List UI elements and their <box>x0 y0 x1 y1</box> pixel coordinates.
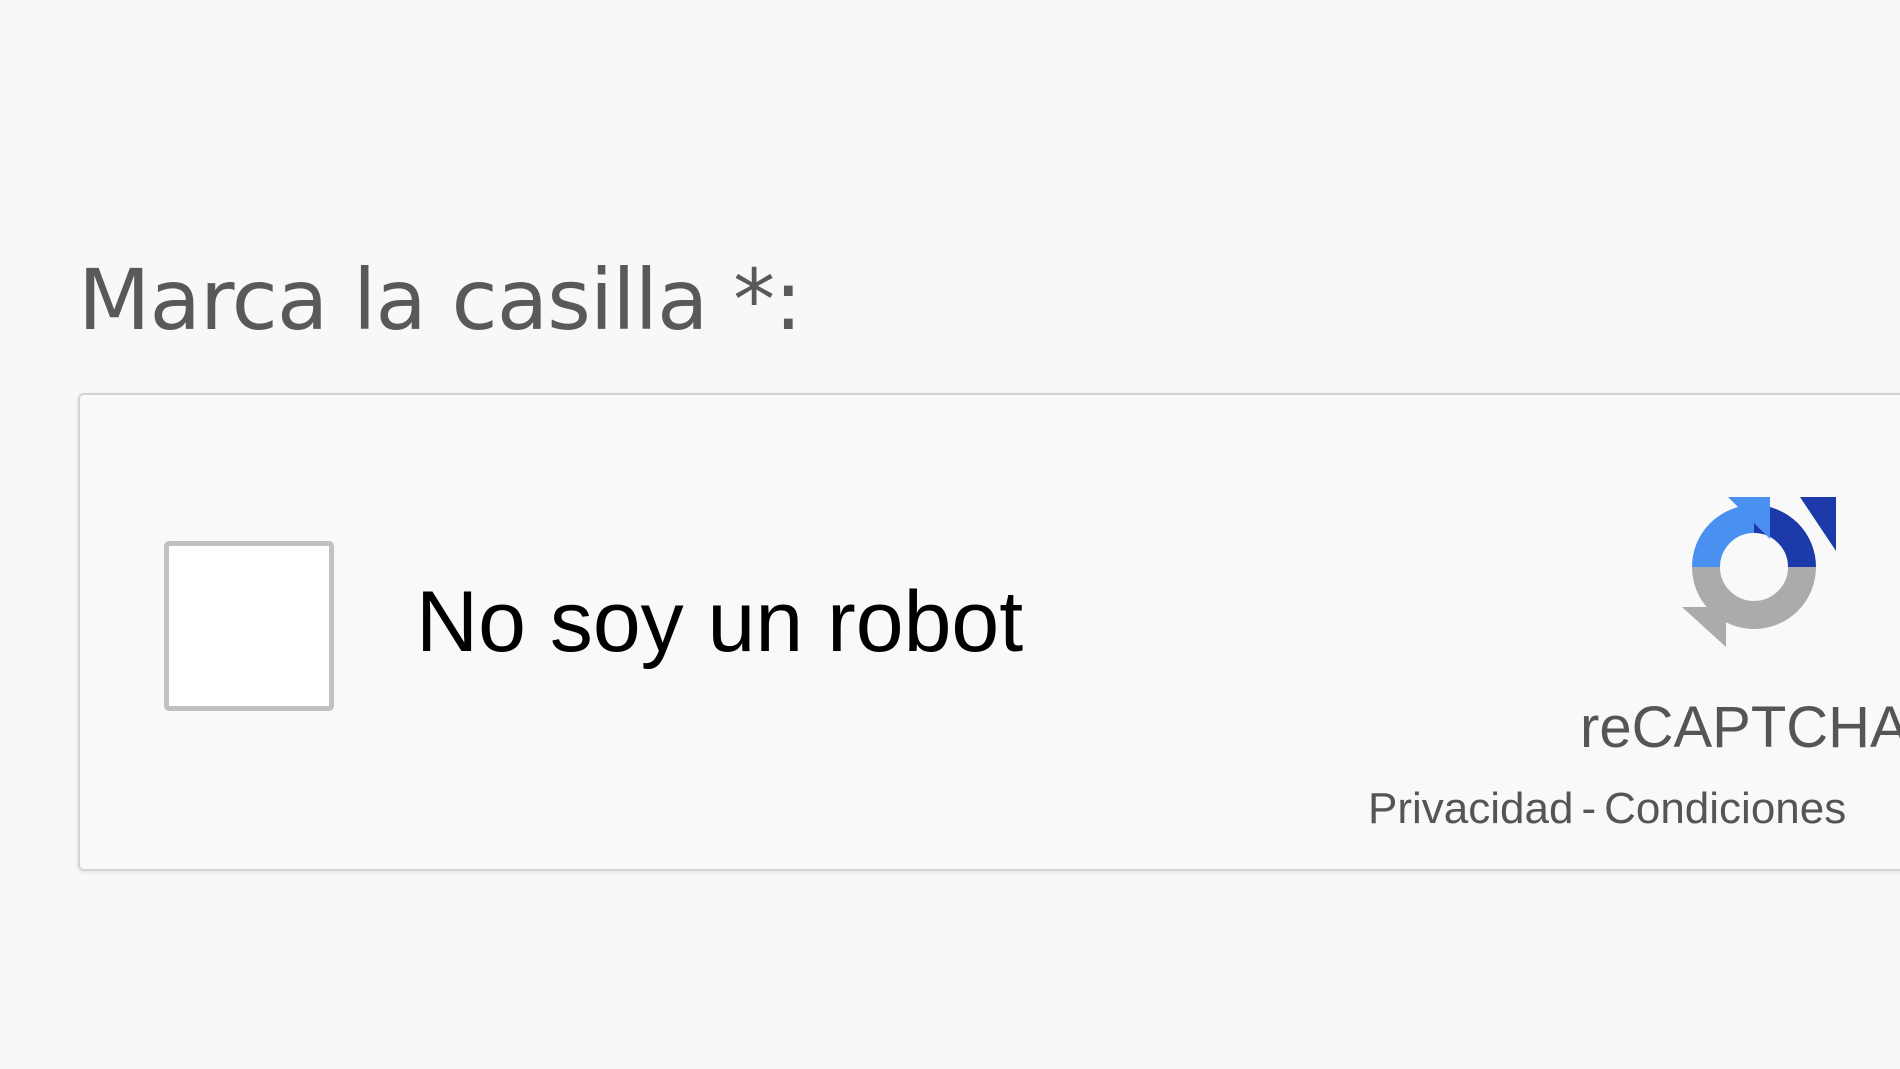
not-robot-label[interactable]: No soy un robot <box>416 579 1023 665</box>
recaptcha-brand-text: reCAPTCHA <box>1580 695 1900 760</box>
page: Marca la casilla *: No soy un robot reCA… <box>0 0 1900 1069</box>
link-separator: - <box>1581 784 1597 833</box>
terms-link[interactable]: Condiciones <box>1604 784 1846 833</box>
recaptcha-links: Privacidad - Condiciones <box>1368 787 1846 831</box>
privacy-link[interactable]: Privacidad <box>1368 784 1573 833</box>
recaptcha-widget: No soy un robot reCAPTCHA Privacidad - Con… <box>78 393 1900 871</box>
captcha-field-label: Marca la casilla *: <box>78 251 802 349</box>
recaptcha-logo-icon <box>1682 497 1836 647</box>
not-robot-checkbox[interactable] <box>164 541 334 711</box>
